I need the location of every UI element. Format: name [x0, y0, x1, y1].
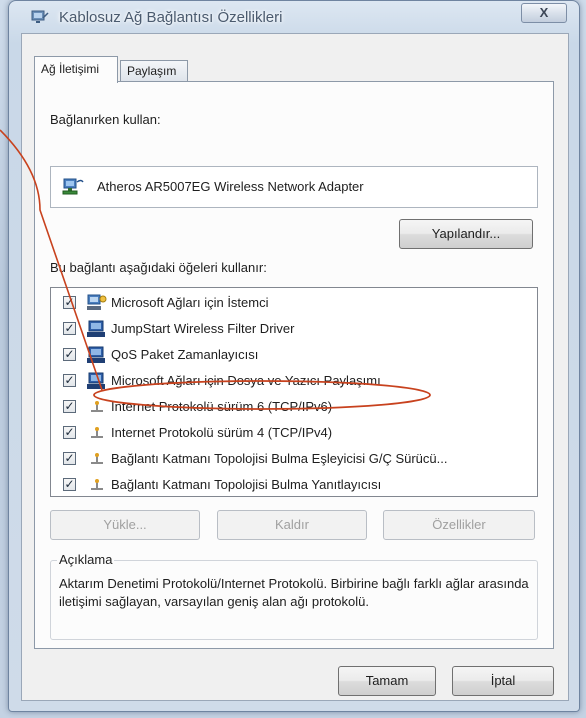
list-item[interactable]: ✓ Internet Protokolü sürüm 4 (TCP/IPv4) — [51, 420, 537, 446]
protocol-icon — [91, 427, 103, 438]
connect-using-label: Bağlanırken kullan: — [50, 112, 161, 127]
checkbox[interactable]: ✓ — [63, 322, 76, 335]
checkbox[interactable]: ✓ — [63, 348, 76, 361]
tab-sharing-label: Paylaşım — [127, 64, 177, 78]
item-label: Microsoft Ağları için Dosya ve Yazıcı Pa… — [111, 373, 381, 388]
description-text: Aktarım Denetimi Protokolü/Internet Prot… — [59, 576, 529, 609]
items-label: Bu bağlantı aşağıdaki öğeleri kullanır: — [50, 260, 267, 275]
networking-panel: Bağlanırken kullan: Atheros AR5007EG Wir… — [34, 81, 554, 649]
uninstall-button-label: Kaldır — [275, 517, 309, 532]
item-label: Bağlantı Katmanı Topolojisi Bulma Eşleyi… — [111, 451, 448, 466]
checkbox[interactable]: ✓ — [63, 400, 76, 413]
item-label: Bağlantı Katmanı Topolojisi Bulma Yanıtl… — [111, 477, 382, 492]
install-button[interactable]: Yükle... — [50, 510, 200, 540]
network-service-icon — [87, 346, 105, 363]
item-label: Internet Protokolü sürüm 6 (TCP/IPv6) — [111, 399, 333, 414]
description-legend: Açıklama — [57, 552, 115, 567]
protocol-icon — [91, 401, 103, 412]
configure-button-label: Yapılandır... — [431, 226, 501, 241]
tab-networking-label: Ağ İletişimi — [41, 62, 100, 76]
item-label: JumpStart Wireless Filter Driver — [111, 321, 295, 336]
adapter-box: Atheros AR5007EG Wireless Network Adapte… — [50, 166, 538, 208]
tab-sharing[interactable]: Paylaşım — [120, 60, 188, 82]
description-group: Açıklama Aktarım Denetimi Protokolü/Inte… — [50, 552, 538, 640]
properties-button[interactable]: Özellikler — [383, 510, 535, 540]
checkbox[interactable]: ✓ — [63, 478, 76, 491]
item-label: Microsoft Ağları için İstemci — [111, 295, 269, 310]
protocol-icon — [91, 453, 103, 464]
title-bar[interactable]: Kablosuz Ağ Bağlantısı Özellikleri X — [9, 1, 579, 33]
ok-button-label: Tamam — [365, 673, 409, 688]
cancel-button[interactable]: İptal — [452, 666, 554, 696]
network-service-icon — [87, 372, 105, 389]
list-item[interactable]: ✓ Microsoft Ağları için İstemci — [51, 290, 537, 316]
network-adapter-icon — [62, 178, 84, 195]
components-list[interactable]: ✓ Microsoft Ağları için İstemci ✓ JumpSt… — [50, 287, 538, 497]
properties-dialog: Kablosuz Ağ Bağlantısı Özellikleri X Ağ … — [8, 0, 580, 712]
checkbox[interactable]: ✓ — [63, 452, 76, 465]
list-item[interactable]: ✓ Internet Protokolü sürüm 6 (TCP/IPv6) — [51, 394, 537, 420]
cancel-button-label: İptal — [490, 673, 516, 688]
properties-button-label: Özellikler — [432, 517, 486, 532]
item-label: Internet Protokolü sürüm 4 (TCP/IPv4) — [111, 425, 333, 440]
network-service-icon — [87, 320, 105, 337]
tab-networking[interactable]: Ağ İletişimi — [34, 56, 118, 83]
list-item[interactable]: ✓ Bağlantı Katmanı Topolojisi Bulma Eşle… — [51, 446, 537, 472]
checkbox[interactable]: ✓ — [63, 296, 76, 309]
protocol-icon — [91, 479, 103, 490]
window-title: Kablosuz Ağ Bağlantısı Özellikleri — [59, 9, 283, 26]
network-connection-icon — [31, 10, 49, 23]
item-label: QoS Paket Zamanlayıcısı — [111, 347, 259, 362]
dialog-client-area: Ağ İletişimi Paylaşım Bağlanırken kullan… — [21, 33, 569, 701]
list-item[interactable]: ✓ JumpStart Wireless Filter Driver — [51, 316, 537, 342]
adapter-name: Atheros AR5007EG Wireless Network Adapte… — [97, 179, 364, 194]
checkbox[interactable]: ✓ — [63, 374, 76, 387]
install-button-label: Yükle... — [103, 517, 147, 532]
list-item[interactable]: ✓ Microsoft Ağları için Dosya ve Yazıcı … — [51, 368, 537, 394]
list-item[interactable]: ✓ QoS Paket Zamanlayıcısı — [51, 342, 537, 368]
checkbox[interactable]: ✓ — [63, 426, 76, 439]
close-button[interactable]: X — [521, 3, 567, 23]
close-icon: X — [539, 5, 549, 20]
ok-button[interactable]: Tamam — [338, 666, 436, 696]
configure-button[interactable]: Yapılandır... — [399, 219, 533, 249]
list-item[interactable]: ✓ Bağlantı Katmanı Topolojisi Bulma Yanı… — [51, 472, 537, 496]
uninstall-button[interactable]: Kaldır — [217, 510, 367, 540]
network-client-icon — [87, 294, 107, 310]
